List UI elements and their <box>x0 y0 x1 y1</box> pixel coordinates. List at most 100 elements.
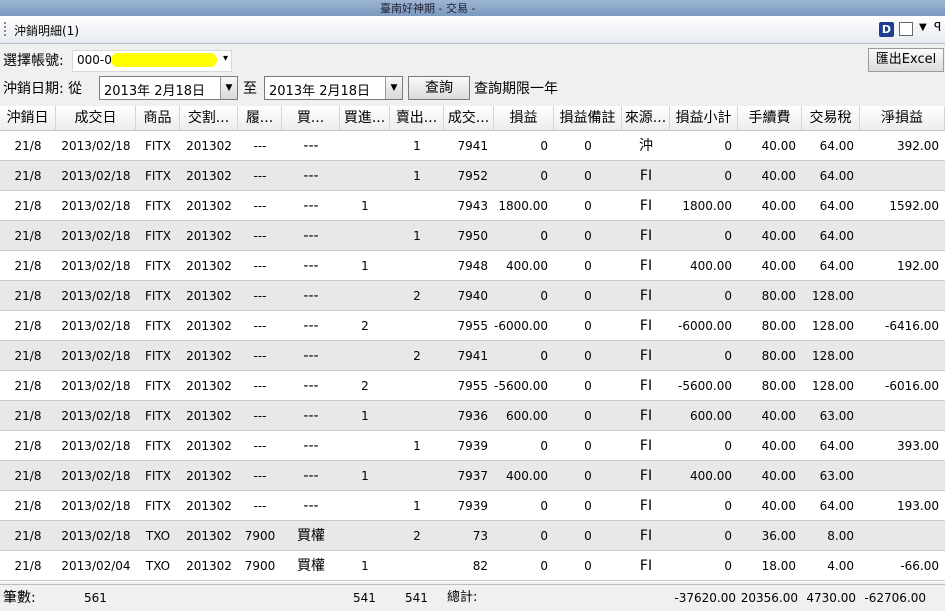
count-label: 筆數: <box>3 590 36 606</box>
cell-net-pnl: -66.00 <box>900 559 939 573</box>
column-header-net-pnl[interactable]: 淨損益 <box>860 106 945 130</box>
d-logo-icon[interactable]: D <box>879 22 894 37</box>
cell-call-put: --- <box>303 498 319 514</box>
table-row[interactable]: 21/8 2013/02/18 FITX 201302 --- --- 2 7955 -5600… <box>0 371 945 401</box>
cell-sell-qty: 1 <box>413 169 421 183</box>
table-row[interactable]: 21/8 2013/02/18 FITX 201302 --- --- 1 7937 400.0… <box>0 461 945 491</box>
column-header-pnl[interactable]: 損益 <box>494 106 554 130</box>
cell-fee: 80.00 <box>761 379 796 393</box>
cell-strike: --- <box>253 499 267 513</box>
cell-call-put: --- <box>303 198 319 214</box>
cell-sell-qty: 1 <box>413 499 421 513</box>
table-row[interactable]: 21/8 2013/02/18 FITX 201302 --- --- 1 7950 0 0 FI 0… <box>0 221 945 251</box>
column-header-pnl-subtotal[interactable]: 損益小計 <box>670 106 738 130</box>
cell-fee: 40.00 <box>761 139 796 153</box>
table-row[interactable]: 21/8 2013/02/18 FITX 201302 --- --- 1 7952 0 0 FI 0… <box>0 161 945 191</box>
column-header-tax[interactable]: 交易稅 <box>802 106 860 130</box>
cell-delivery-month: 201302 <box>186 289 232 303</box>
cell-strike: --- <box>253 139 267 153</box>
account-select[interactable]: 000-0 ▾ <box>72 50 232 72</box>
column-header-sell-qty[interactable]: 賣出... <box>390 106 444 130</box>
column-header-product[interactable]: 商品 <box>136 106 180 130</box>
column-header-trade-date[interactable]: 成交日 <box>56 106 136 130</box>
cell-product: FITX <box>145 499 171 513</box>
cell-strike: --- <box>253 169 267 183</box>
table-row[interactable]: 21/8 2013/02/18 TXO 201302 7900 買權 2 73 0 0 FI 0 36.… <box>0 521 945 551</box>
column-header-fee[interactable]: 手續費 <box>738 106 802 130</box>
cell-sell-qty <box>390 311 444 341</box>
cell-pnl-subtotal: 400.00 <box>690 259 732 273</box>
cell-trade-date: 2013/02/18 <box>61 439 131 453</box>
table-row[interactable]: 21/8 2013/02/18 FITX 201302 --- --- 2 7940 0 0 FI 0… <box>0 281 945 311</box>
cell-delivery-month: 201302 <box>186 199 232 213</box>
cell-trade-price: 7955 <box>457 319 488 333</box>
cell-source: FI <box>639 468 653 484</box>
table-row[interactable]: 21/8 2013/02/18 FITX 201302 --- --- 1 7936 600.0… <box>0 401 945 431</box>
cell-net-pnl <box>860 401 945 431</box>
cell-tax: 64.00 <box>819 169 854 183</box>
date-to-picker[interactable]: 2013年 2月18日 ▼ <box>264 76 403 100</box>
cell-pnl-subtotal: 0 <box>724 289 732 303</box>
table-row[interactable]: 21/8 2013/02/18 FITX 201302 --- --- 2 7941 0 0 FI 0… <box>0 341 945 371</box>
cell-net-pnl <box>860 221 945 251</box>
column-header-strike[interactable]: 履... <box>238 106 282 130</box>
cell-offset-date: 21/8 <box>14 289 42 303</box>
export-excel-button[interactable]: 匯出Excel <box>868 48 944 72</box>
table-row[interactable]: 21/8 2013/02/18 FITX 201302 --- --- 1 7943 1800.… <box>0 191 945 221</box>
date-from-picker[interactable]: 2013年 2月18日 ▼ <box>99 76 238 100</box>
cell-trade-price: 82 <box>472 559 488 573</box>
cell-trade-price: 7955 <box>457 379 488 393</box>
column-header-pnl-note[interactable]: 損益備註 <box>554 106 622 130</box>
cell-trade-date: 2013/02/04 <box>61 559 131 573</box>
cell-trade-price: 7939 <box>457 499 488 513</box>
date-filter-label: 沖銷日期: 從 <box>3 81 83 97</box>
table-row[interactable]: 21/8 2013/02/18 FITX 201302 --- --- 2 7955 -6000… <box>0 311 945 341</box>
cell-product: TXO <box>145 559 171 573</box>
cell-product: FITX <box>145 259 171 273</box>
table-row[interactable]: 21/8 2013/02/18 FITX 201302 --- --- 1 7948 400.0… <box>0 251 945 281</box>
cell-net-pnl <box>860 521 945 551</box>
cell-net-pnl: -6416.00 <box>885 319 939 333</box>
column-header-delivery-month[interactable]: 交割... <box>180 106 238 130</box>
calendar-dropdown-icon[interactable]: ▼ <box>385 77 402 99</box>
cell-fee: 36.00 <box>761 529 796 543</box>
cell-trade-date: 2013/02/18 <box>61 469 131 483</box>
pin-icon[interactable]: ꟼ <box>934 20 941 34</box>
table-row[interactable]: 21/8 2013/02/18 FITX 201302 --- --- 1 7941 0 0 沖 0 4… <box>0 131 945 161</box>
cell-trade-date: 2013/02/18 <box>61 379 131 393</box>
chevron-down-icon[interactable]: ▾ <box>223 53 228 64</box>
table-row[interactable]: 21/8 2013/02/18 FITX 201302 --- --- 1 7939 0 0 FI 0… <box>0 491 945 521</box>
cell-pnl-note: 0 <box>584 349 592 363</box>
table-row[interactable]: 21/8 2013/02/04 TXO 201302 7900 買權 1 82 0 0 FI 0 18.… <box>0 551 945 581</box>
cell-pnl: 400.00 <box>506 469 548 483</box>
table-row[interactable]: 21/8 2013/02/18 FITX 201302 --- --- 1 7939 0 0 FI 0… <box>0 431 945 461</box>
cell-tax: 64.00 <box>819 439 854 453</box>
column-header-call-put[interactable]: 買... <box>282 106 340 130</box>
cell-trade-price: 7943 <box>457 199 488 213</box>
cell-delivery-month: 201302 <box>186 439 232 453</box>
cell-buy-qty <box>340 491 390 521</box>
chevron-down-icon[interactable]: ▼ <box>919 22 927 33</box>
calendar-dropdown-icon[interactable]: ▼ <box>220 77 237 99</box>
cell-tax: 128.00 <box>812 289 854 303</box>
column-header-trade-price[interactable]: 成交... <box>444 106 494 130</box>
cell-tax: 64.00 <box>819 229 854 243</box>
cell-tax: 4.00 <box>827 559 854 573</box>
cell-tax: 128.00 <box>812 319 854 333</box>
query-button[interactable]: 查詢 <box>408 76 470 100</box>
cell-offset-date: 21/8 <box>14 349 42 363</box>
column-header-offset-date[interactable]: 沖銷日 <box>0 106 56 130</box>
column-header-source[interactable]: 來源... <box>622 106 670 130</box>
cell-tax: 8.00 <box>827 529 854 543</box>
window-icon[interactable] <box>899 22 913 36</box>
cell-pnl-subtotal: 0 <box>724 529 732 543</box>
cell-call-put: 買權 <box>297 558 325 574</box>
buy-total: 541 <box>353 591 376 605</box>
grip-icon[interactable] <box>4 22 10 36</box>
offset-detail-table[interactable]: 沖銷日 成交日 商品 交割... 履... 買... 買進... 賣出... 成交... 損益 損益… <box>0 106 945 582</box>
cell-tax: 63.00 <box>819 409 854 423</box>
cell-fee: 40.00 <box>761 469 796 483</box>
column-header-buy-qty[interactable]: 買進... <box>340 106 390 130</box>
cell-buy-qty <box>340 161 390 191</box>
date-from-value: 2013年 2月18日 <box>104 84 206 99</box>
